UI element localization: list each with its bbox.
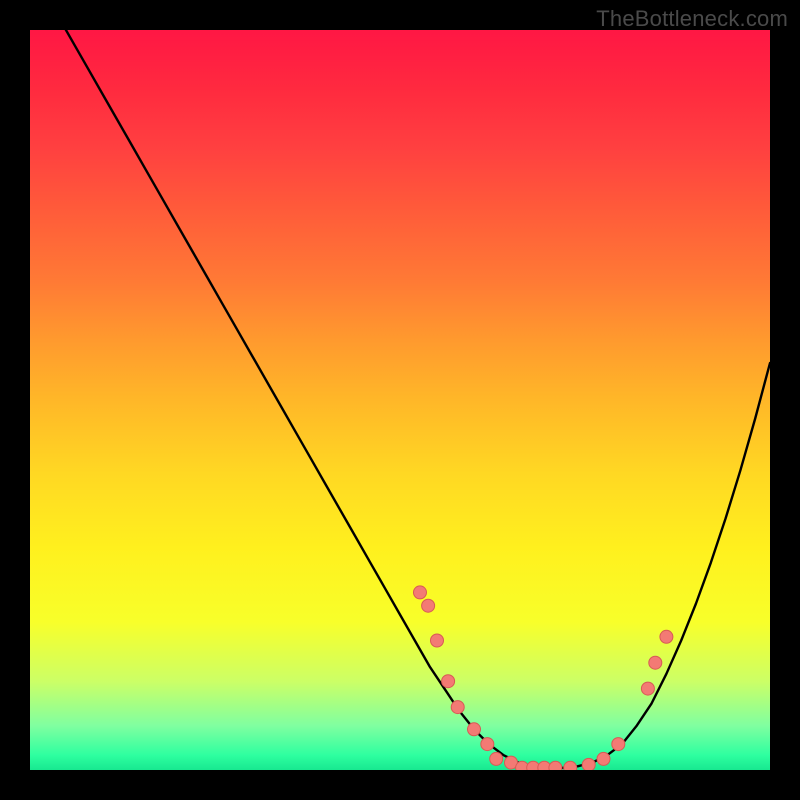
data-dot	[451, 701, 464, 714]
data-dot	[660, 630, 673, 643]
data-dot	[564, 761, 577, 770]
data-dot	[549, 761, 562, 770]
data-dot	[431, 634, 444, 647]
data-dot	[641, 682, 654, 695]
data-dot	[422, 599, 435, 612]
plot-area	[30, 30, 770, 770]
data-dot	[468, 723, 481, 736]
data-dot	[413, 586, 426, 599]
data-dot	[490, 752, 503, 765]
data-dot	[582, 758, 595, 770]
data-dot	[612, 738, 625, 751]
data-dot	[649, 656, 662, 669]
chart-container: TheBottleneck.com	[0, 0, 800, 800]
data-dot	[442, 675, 455, 688]
data-dot	[481, 738, 494, 751]
bottleneck-curve-svg	[30, 30, 770, 770]
data-dots	[413, 586, 672, 770]
data-dot	[597, 752, 610, 765]
watermark-text: TheBottleneck.com	[596, 6, 788, 32]
